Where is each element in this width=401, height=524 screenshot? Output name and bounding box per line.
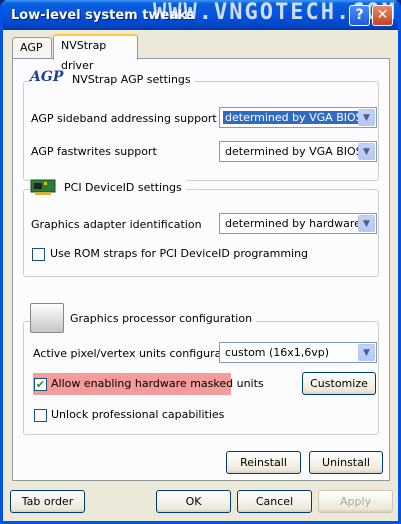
apply-button[interactable]: Apply — [318, 490, 393, 513]
agp-fastwrites-value: determined by VGA BIOS — [225, 145, 363, 158]
pci-group-title: PCI DeviceID settings — [64, 180, 182, 194]
agp-sideband-label: AGP sideband addressing support — [31, 112, 217, 125]
tab-order-button[interactable]: Tab order — [10, 490, 85, 513]
reinstall-button[interactable]: Reinstall — [226, 451, 301, 474]
uninstall-button[interactable]: Uninstall — [309, 451, 383, 474]
chevron-down-icon[interactable]: ▼ — [358, 215, 375, 232]
unlock-pro-checkbox[interactable] — [34, 409, 47, 422]
agp-group-header: AGP NVStrap AGP settings — [30, 69, 195, 89]
tab-panel: AGP NVStrap AGP settings AGP sideband ad… — [12, 58, 390, 481]
gpu-group-header: Graphics processor configuration — [30, 303, 257, 333]
chevron-down-icon[interactable]: ▼ — [358, 109, 375, 126]
agp-settings-group — [23, 81, 379, 181]
chevron-down-icon[interactable]: ▼ — [358, 143, 375, 160]
agp-fastwrites-select[interactable]: determined by VGA BIOS ▼ — [219, 141, 377, 162]
tab-agp[interactable]: AGP — [12, 37, 52, 59]
dialog-window: Low-level system tweaks WWW.VNGOTECH.COM… — [0, 0, 401, 524]
rom-straps-checkbox[interactable] — [32, 248, 45, 261]
masked-units-label[interactable]: Allow enabling hardware masked units — [51, 377, 264, 390]
ok-button[interactable]: OK — [156, 490, 231, 513]
help-button[interactable]: ? — [349, 5, 370, 26]
title-bar[interactable]: Low-level system tweaks WWW.VNGOTECH.COM… — [3, 0, 398, 30]
pci-group-header: PCI DeviceID settings — [30, 177, 186, 197]
rom-straps-label[interactable]: Use ROM straps for PCI DeviceID programm… — [50, 247, 308, 260]
pixel-vertex-label: Active pixel/vertex units configuration — [33, 347, 243, 360]
adapter-id-value: determined by hardware — [225, 217, 361, 230]
close-button[interactable]: ✕ — [372, 5, 393, 26]
customize-button[interactable]: Customize — [302, 372, 376, 395]
gpu-group-title: Graphics processor configuration — [70, 311, 253, 325]
pixel-vertex-value: custom (16x1,6vp) — [225, 346, 330, 359]
pci-card-icon — [30, 179, 56, 195]
tab-nvstrap-driver[interactable]: NVStrap driver — [53, 34, 138, 72]
agp-sideband-select[interactable]: determined by VGA BIOS ▼ — [219, 107, 377, 128]
unlock-pro-label[interactable]: Unlock professional capabilities — [51, 408, 224, 421]
chevron-down-icon[interactable]: ▼ — [358, 344, 375, 361]
cancel-button[interactable]: Cancel — [237, 490, 312, 513]
masked-units-checkbox[interactable]: ✔ — [34, 378, 47, 391]
adapter-id-select[interactable]: determined by hardware ▼ — [219, 213, 377, 234]
agp-logo-text: AGP — [30, 69, 64, 85]
agp-fastwrites-label: AGP fastwrites support — [31, 145, 157, 158]
agp-sideband-value: determined by VGA BIOS — [222, 110, 366, 125]
pixel-vertex-select[interactable]: custom (16x1,6vp) ▼ — [219, 342, 377, 363]
gpu-chip-icon — [30, 303, 64, 333]
adapter-id-label: Graphics adapter identification — [31, 218, 202, 231]
